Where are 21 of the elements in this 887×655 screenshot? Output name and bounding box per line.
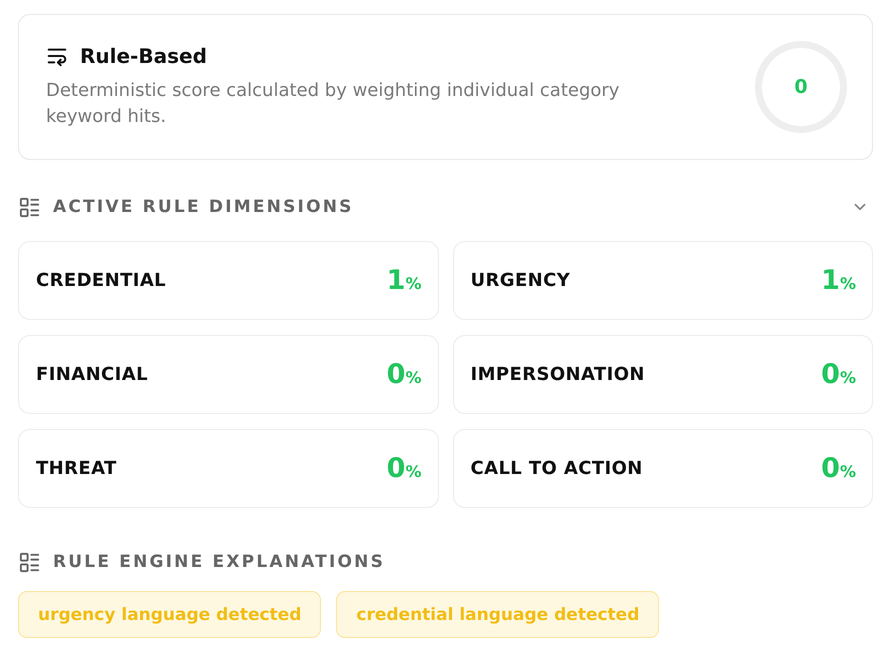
summary-title: Rule-Based [80, 44, 207, 68]
dimension-label: IMPERSONATION [470, 364, 645, 385]
dimension-percent: 1% [821, 265, 856, 296]
dimension-percent: 1% [386, 265, 422, 296]
explanation-tag: credential language detected [336, 591, 660, 638]
list-icon [18, 550, 41, 574]
dimension-label: URGENCY [470, 270, 570, 291]
explanation-tag: urgency language detected [18, 591, 322, 638]
list-icon [18, 196, 41, 218]
dimension-label: FINANCIAL [36, 364, 148, 385]
dimension-label: CREDENTIAL [36, 270, 166, 291]
dimension-percent: 0% [386, 359, 422, 390]
section-title: ACTIVE RULE DIMENSIONS [53, 197, 355, 217]
summary-description: Deterministic score calculated by weighting individual category keyword hits. [46, 79, 620, 129]
dimension-label: CALL TO ACTION [470, 458, 643, 479]
section-title: RULE ENGINE EXPLANATIONS [53, 552, 386, 572]
score-value: 0 [794, 76, 808, 98]
dimension-percent: 0% [386, 453, 422, 484]
dimension-label: THREAT [36, 458, 117, 479]
dimension-percent: 0% [821, 359, 856, 390]
dimension-percent: 0% [821, 453, 856, 484]
